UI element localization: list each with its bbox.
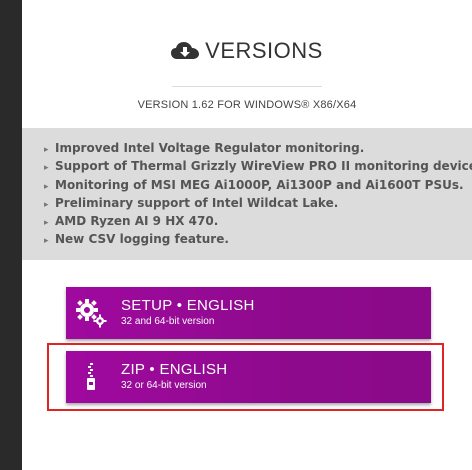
zip-button-sublabel: 32 or 64-bit version: [121, 380, 207, 391]
setup-button-label: SETUP • ENGLISH: [121, 297, 255, 314]
page-title: VERSIONS: [205, 38, 323, 63]
setup-english-download-button[interactable]: SETUP • ENGLISH 32 and 64-bit version: [66, 287, 431, 339]
cloud-download-icon: [171, 42, 200, 59]
zip-english-download-button[interactable]: ZIP • ENGLISH 32 or 64-bit version: [66, 351, 431, 403]
title-row: VERSIONS: [22, 38, 472, 72]
feature-text: Improved Intel Voltage Regulator monitor…: [55, 141, 365, 155]
feature-text: Preliminary support of Intel Wildcat Lak…: [55, 195, 339, 210]
feature-text: New CSV logging feature.: [55, 232, 229, 247]
gears-icon: [76, 299, 107, 328]
feature-list: ▸ Improved Intel Voltage Regulator monito…: [44, 139, 472, 249]
list-item: ▸ Monitoring of MSI MEG Ai1000P, Ai1300P …: [44, 176, 472, 194]
title-divider: [172, 86, 322, 87]
setup-icon-box: [66, 287, 116, 339]
bullet-icon: ▸: [44, 163, 49, 174]
feature-text: AMD Ryzen AI 9 HX 470.: [55, 214, 219, 229]
list-item: ▸ Preliminary support of Intel Wildcat La…: [44, 194, 472, 212]
version-info: VERSION 1.62 FOR WINDOWS® X86/X64: [137, 99, 357, 111]
list-item: ▸ New CSV logging feature.: [44, 230, 472, 248]
zip-button-label: ZIP • ENGLISH: [121, 361, 228, 378]
feature-text: Support of Thermal Grizzly WireView PRO …: [55, 159, 472, 174]
list-item: ▸ Support of Thermal Grizzly WireView PRO…: [44, 157, 472, 175]
versions-header: VERSIONS VERSION 1.62 FOR WINDOWS® X86/X…: [22, 0, 472, 128]
versions-panel: VERSIONS VERSION 1.62 FOR WINDOWS® X86/X…: [22, 0, 472, 470]
list-item: ▸ AMD Ryzen AI 9 HX 470.: [44, 212, 472, 230]
bullet-icon: ▸: [44, 236, 49, 247]
setup-button-sublabel: 32 and 64-bit version: [121, 316, 215, 327]
zip-icon-box: [66, 351, 116, 403]
feature-text: Monitoring of MSI MEG Ai1000P, Ai1300P a…: [55, 177, 464, 192]
list-item: ▸ Improved Intel Voltage Regulator monito…: [44, 139, 472, 157]
zip-file-icon: [87, 363, 95, 390]
feature-list-panel: ▸ Improved Intel Voltage Regulator monito…: [22, 128, 472, 260]
